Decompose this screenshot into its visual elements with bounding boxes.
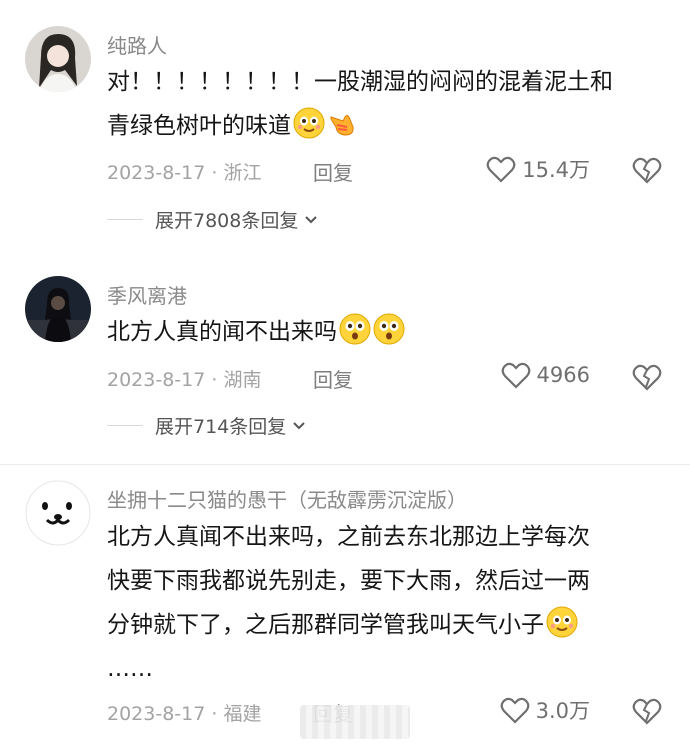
comment-text-line: 北方人真的闻不出来吗 — [107, 319, 337, 345]
avatar[interactable] — [25, 480, 91, 546]
heart-icon — [500, 697, 529, 724]
username[interactable]: 坐拥十二只猫的愚干（无敌霹雳沉淀版） — [107, 484, 467, 513]
expand-replies-label: 展开7808条回复 — [155, 210, 299, 232]
divider-line — [107, 425, 143, 426]
expand-replies-button[interactable]: 展开7808条回复 — [107, 206, 318, 233]
surprised-emoji-icon — [339, 313, 371, 345]
broken-heart-icon — [632, 698, 662, 725]
like-button[interactable]: 4966 — [501, 361, 590, 389]
avatar[interactable] — [25, 26, 91, 92]
comment-meta: 2023-8-17 · 福建 — [107, 703, 262, 725]
comment-text-line: 分钟就下了，之后那群同学管我叫天气小子 — [107, 612, 544, 638]
comment-text-line: 青绿色树叶的味道 — [107, 113, 291, 139]
broken-heart-icon — [632, 364, 662, 391]
comment-text-line: 北方人真闻不出来吗，之前去东北那边上学每次 — [107, 524, 590, 550]
dislike-button[interactable] — [632, 697, 662, 729]
chevron-down-icon — [305, 215, 318, 223]
heart-icon — [486, 156, 516, 183]
like-count: 3.0万 — [535, 699, 590, 723]
smile-emoji-icon — [293, 107, 325, 139]
comment-text: 北方人真的闻不出来吗 — [107, 310, 667, 354]
reply-button[interactable]: 回复 — [313, 364, 353, 393]
comment-text-line: 对！！！！！！！！一股潮湿的闷闷的混着泥土和 — [107, 69, 613, 95]
comment-meta: 2023-8-17 · 湖南 — [107, 369, 262, 391]
surprised-emoji-icon — [373, 313, 405, 345]
like-count: 4966 — [536, 363, 590, 387]
dislike-button[interactable] — [632, 156, 662, 188]
like-button[interactable]: 3.0万 — [500, 695, 590, 725]
expand-replies-label: 展开714条回复 — [155, 416, 287, 438]
reply-button[interactable]: 回复 — [313, 157, 353, 186]
comment-text-line: …… — [107, 656, 153, 682]
comment-text-line: 快要下雨我都说先别走，要下大雨，然后过一两 — [107, 568, 590, 594]
comment-meta: 2023-8-17 · 浙江 — [107, 162, 262, 184]
chevron-down-icon — [293, 421, 305, 429]
comment-text: 北方人真闻不出来吗，之前去东北那边上学每次 快要下雨我都说先别走，要下大雨，然后… — [107, 515, 667, 691]
like-count: 15.4万 — [522, 158, 590, 182]
divider — [0, 464, 690, 465]
pointing-hand-icon — [330, 115, 354, 136]
heart-icon — [501, 362, 530, 389]
divider-line — [107, 219, 143, 220]
username[interactable]: 季风离港 — [107, 280, 187, 309]
like-button[interactable]: 15.4万 — [486, 154, 590, 184]
comment-text: 对！！！！！！！！一股潮湿的闷闷的混着泥土和 青绿色树叶的味道 — [107, 60, 667, 148]
avatar[interactable] — [25, 276, 91, 342]
watermark-overlay — [300, 705, 410, 739]
broken-heart-icon — [632, 157, 662, 184]
username[interactable]: 纯路人 — [107, 30, 167, 59]
expand-replies-button[interactable]: 展开714条回复 — [107, 412, 306, 439]
dislike-button[interactable] — [632, 363, 662, 395]
smile-emoji-icon — [546, 606, 578, 638]
